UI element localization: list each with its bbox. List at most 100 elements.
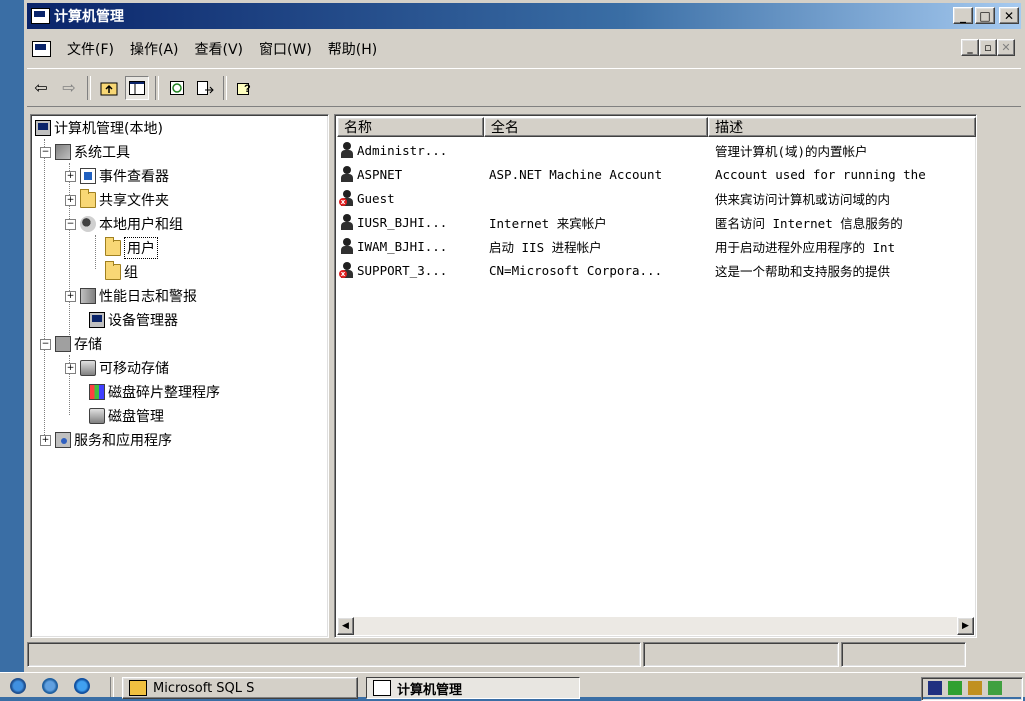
- tree-item-removable-storage[interactable]: + 可移动存储: [65, 357, 169, 379]
- title-bar[interactable]: 计算机管理 _ □ ✕: [27, 3, 1021, 29]
- sql-server-icon: [129, 680, 147, 696]
- tree-label: 系统工具: [74, 145, 130, 161]
- tree-item-disk-management[interactable]: 磁盘管理: [89, 405, 164, 427]
- child-window-menu-icon[interactable]: [32, 40, 51, 57]
- menu-bar: 文件(F) 操作(A) 查看(V) 窗口(W) 帮助(H) _ ▫ ✕: [27, 32, 1021, 65]
- menu-view[interactable]: 查看(V): [187, 37, 252, 61]
- expand-toggle[interactable]: +: [65, 362, 76, 374]
- taskbar: Microsoft SQL S 计算机管理: [0, 672, 1025, 701]
- minimize-button[interactable]: _: [953, 7, 973, 24]
- users-list[interactable]: 名称 全名 描述 Administr... 管理计算机(域)的内置帐户 ASPN…: [334, 114, 977, 638]
- close-button[interactable]: ✕: [999, 7, 1019, 24]
- tree-label: 计算机管理(本地): [54, 121, 163, 137]
- expand-toggle[interactable]: +: [65, 194, 76, 206]
- tree-item-disk-defragmenter[interactable]: 磁盘碎片整理程序: [89, 381, 220, 403]
- users-groups-icon: [80, 216, 96, 232]
- menu-help[interactable]: 帮助(H): [320, 37, 385, 61]
- status-cell-tertiary: [841, 642, 966, 667]
- window-title: 计算机管理: [54, 9, 124, 25]
- device-manager-icon: [89, 312, 105, 328]
- toolbar: ⇦ ⇨ ?: [27, 68, 1021, 107]
- toolbar-separator: [87, 75, 91, 100]
- disabled-user-icon: x: [339, 190, 355, 206]
- menu-file[interactable]: 文件(F): [59, 37, 122, 61]
- scroll-track[interactable]: [354, 617, 957, 635]
- column-header-name[interactable]: 名称: [337, 117, 484, 137]
- up-folder-icon[interactable]: [97, 76, 121, 100]
- list-item[interactable]: IUSR_BJHI... Internet 来宾帐户 匿名访问 Internet…: [339, 211, 976, 233]
- list-header: 名称 全名 描述: [337, 117, 976, 137]
- tree-item-local-users-groups[interactable]: − 本地用户和组: [65, 213, 183, 235]
- show-hide-tree-icon[interactable]: [125, 75, 149, 100]
- desktop-quicklaunch-icon[interactable]: [42, 678, 58, 694]
- tree-label: 用户: [124, 237, 158, 259]
- refresh-icon[interactable]: [165, 76, 189, 100]
- user-name: ASPNET: [357, 166, 403, 182]
- tree-item-system-tools[interactable]: − 系统工具: [40, 141, 130, 163]
- user-full-name: ASP.NET Machine Account: [489, 166, 663, 182]
- maximize-button[interactable]: □: [975, 7, 995, 24]
- status-cell-secondary: [643, 642, 839, 667]
- list-item[interactable]: Administr... 管理计算机(域)的内置帐户: [339, 139, 976, 161]
- user-full-name: CN=Microsoft Corpora...: [489, 262, 663, 278]
- export-list-icon[interactable]: [193, 76, 217, 100]
- list-item[interactable]: x Guest 供来宾访问计算机或访问域的内: [339, 187, 976, 209]
- forward-arrow-icon[interactable]: ⇨: [57, 76, 81, 100]
- child-minimize-button[interactable]: _: [961, 39, 979, 56]
- tree-item-event-viewer[interactable]: + 事件查看器: [65, 165, 169, 187]
- tree-item-device-manager[interactable]: 设备管理器: [89, 309, 178, 331]
- list-item[interactable]: ASPNET ASP.NET Machine Account Account u…: [339, 163, 976, 185]
- storage-icon: [55, 336, 71, 352]
- computer-management-icon[interactable]: [31, 8, 50, 24]
- tree-item-performance-logs[interactable]: + 性能日志和警报: [65, 285, 197, 307]
- expand-toggle[interactable]: +: [40, 434, 51, 446]
- computer-icon: [35, 120, 51, 136]
- tree-label: 性能日志和警报: [99, 289, 197, 305]
- folder-icon: [105, 261, 121, 280]
- menu-action[interactable]: 操作(A): [122, 37, 187, 61]
- tree-item-computer-management[interactable]: 计算机管理(本地): [35, 117, 163, 139]
- user-description: 用于启动进程外应用程序的 Int: [715, 239, 896, 255]
- back-arrow-icon[interactable]: ⇦: [29, 76, 53, 100]
- ie-quicklaunch-icon[interactable]: [10, 678, 26, 694]
- tree-item-services-applications[interactable]: + 服务和应用程序: [40, 429, 172, 451]
- disk-management-icon: [89, 408, 105, 424]
- column-header-description[interactable]: 描述: [708, 117, 976, 137]
- scroll-right-icon[interactable]: ▶: [957, 617, 974, 635]
- user-description: 这是一个帮助和支持服务的提供: [715, 263, 891, 279]
- collapse-toggle[interactable]: −: [40, 338, 51, 350]
- child-restore-button[interactable]: ▫: [979, 39, 997, 56]
- user-name: Administr...: [357, 142, 448, 158]
- menu-window[interactable]: 窗口(W): [251, 37, 320, 61]
- tray-sql-agent-icon[interactable]: [948, 681, 962, 695]
- tray-volume-icon[interactable]: [968, 681, 982, 695]
- list-item[interactable]: IWAM_BJHI... 启动 IIS 进程帐户 用于启动进程外应用程序的 In…: [339, 235, 976, 257]
- user-icon: [339, 166, 355, 182]
- tray-network-icon[interactable]: [928, 681, 942, 695]
- collapse-toggle[interactable]: −: [65, 218, 76, 230]
- tree-label: 共享文件夹: [99, 193, 169, 209]
- tree-item-users[interactable]: 用户: [105, 237, 158, 259]
- column-header-full-name[interactable]: 全名: [483, 117, 709, 137]
- tree-item-groups[interactable]: 组: [105, 261, 138, 283]
- horizontal-scrollbar[interactable]: ◀ ▶: [337, 617, 974, 635]
- explorer-quicklaunch-icon[interactable]: [74, 678, 90, 694]
- collapse-toggle[interactable]: −: [40, 146, 51, 158]
- tree-label: 磁盘管理: [108, 409, 164, 425]
- help-icon[interactable]: ?: [233, 76, 257, 100]
- toolbar-separator: [223, 75, 227, 100]
- tree-item-shared-folders[interactable]: + 共享文件夹: [65, 189, 169, 211]
- computer-management-icon: [373, 680, 391, 696]
- tree-item-storage[interactable]: − 存储: [40, 333, 102, 355]
- tree-label: 组: [124, 265, 138, 281]
- user-full-name: 启动 IIS 进程帐户: [489, 239, 602, 255]
- console-tree[interactable]: 计算机管理(本地) − 系统工具 + 事件查看器 + 共享文件夹 − 本地用户和…: [30, 114, 329, 638]
- task-label: 计算机管理: [397, 682, 463, 698]
- user-icon: [339, 238, 355, 254]
- expand-toggle[interactable]: +: [65, 170, 76, 182]
- expand-toggle[interactable]: +: [65, 290, 76, 302]
- taskbar-separator: [110, 677, 114, 697]
- list-item[interactable]: x SUPPORT_3... CN=Microsoft Corpora... 这…: [339, 259, 976, 281]
- tray-security-icon[interactable]: [988, 681, 1002, 695]
- scroll-left-icon[interactable]: ◀: [337, 617, 354, 635]
